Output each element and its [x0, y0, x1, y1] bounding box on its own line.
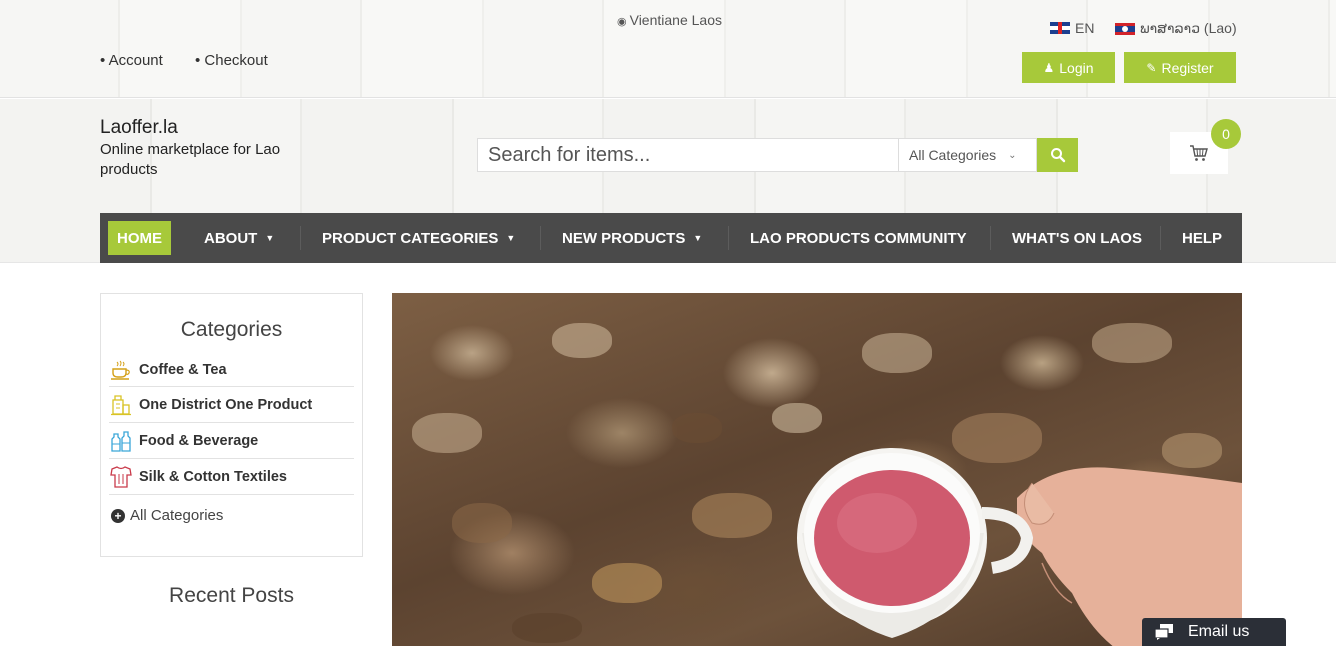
nav-divider — [1160, 226, 1161, 250]
nav-item-whats-on-laos[interactable]: WHAT'S ON LAOS — [1012, 213, 1142, 263]
register-button[interactable]: ✎ Register — [1124, 52, 1236, 83]
language-lao-label: ພາສາລາວ (Lao) — [1140, 20, 1237, 36]
caret-down-icon: ▼ — [506, 233, 516, 243]
nav-divider — [728, 226, 729, 250]
textile-icon — [109, 465, 133, 489]
all-categories-link[interactable]: + All Categories — [111, 507, 362, 524]
location-text: Vientiane Laos — [629, 12, 722, 28]
chat-bubbles-icon — [1154, 624, 1174, 640]
lao-flag-icon — [1115, 22, 1135, 35]
main-nav: HOME ABOUT ▼ PRODUCT CATEGORIES ▼ NEW PROD… — [100, 213, 1242, 263]
coffee-cup-icon — [109, 358, 133, 382]
category-coffee-tea[interactable]: Coffee & Tea — [109, 354, 354, 387]
category-label: Silk & Cotton Textiles — [139, 468, 287, 485]
category-list: Coffee & Tea One District One Product Fo… — [109, 354, 354, 495]
hero-image — [392, 293, 1242, 646]
checkout-link[interactable]: • Checkout — [195, 52, 282, 69]
category-odop[interactable]: One District One Product — [109, 387, 354, 423]
account-link[interactable]: • Account — [100, 52, 177, 69]
search-bar: All Categories ⌄ — [477, 138, 1078, 172]
caret-down-icon: ▼ — [693, 233, 703, 243]
tea-cup-illustration — [797, 448, 1242, 646]
category-label: Food & Beverage — [139, 432, 259, 449]
location-info: ◉ Vientiane Laos — [617, 12, 722, 28]
categories-title: Categories — [180, 318, 283, 341]
nav-divider — [540, 226, 541, 250]
register-label: Register — [1161, 59, 1214, 76]
nav-item-new-products[interactable]: NEW PRODUCTS ▼ — [562, 213, 702, 263]
search-input[interactable] — [477, 138, 898, 172]
cart-icon — [1190, 145, 1208, 161]
recent-posts-title: Recent Posts — [169, 584, 294, 607]
cart-count-badge: 0 — [1211, 119, 1241, 149]
nav-item-help[interactable]: HELP — [1182, 213, 1222, 263]
search-button[interactable] — [1037, 138, 1078, 172]
user-icon: ♟ — [1043, 60, 1055, 75]
email-us-widget[interactable]: Email us — [1142, 618, 1286, 646]
building-icon — [109, 393, 133, 417]
nav-divider — [300, 226, 301, 250]
nav-item-product-categories[interactable]: PRODUCT CATEGORIES ▼ — [322, 213, 515, 263]
nav-item-about[interactable]: ABOUT ▼ — [204, 213, 274, 263]
nav-item-home[interactable]: HOME — [108, 221, 171, 255]
language-en[interactable]: EN — [1050, 20, 1094, 36]
top-bar: ◉ Vientiane Laos • Account • Checkout EN … — [0, 0, 1336, 98]
category-food-beverage[interactable]: Food & Beverage — [109, 423, 354, 459]
bottles-icon — [109, 429, 133, 453]
site-tagline: Online marketplace for Lao products — [100, 141, 281, 178]
chevron-down-icon: ⌄ — [1008, 149, 1017, 161]
pencil-icon: ✎ — [1146, 60, 1157, 75]
category-silk-cotton[interactable]: Silk & Cotton Textiles — [109, 459, 354, 495]
caret-down-icon: ▼ — [265, 233, 275, 243]
brand[interactable]: Laoffer.la Online marketplace for Lao pr… — [100, 117, 330, 180]
category-label: One District One Product — [139, 396, 313, 413]
nav-item-lao-products-community[interactable]: LAO PRODUCTS COMMUNITY — [750, 213, 967, 263]
email-us-label: Email us — [1188, 623, 1250, 640]
login-button[interactable]: ♟ Login — [1022, 52, 1115, 83]
category-label: Coffee & Tea — [139, 362, 227, 378]
categories-widget: Categories Coffee & Tea One District One… — [100, 293, 363, 557]
login-label: Login — [1059, 59, 1094, 76]
category-select-value: All Categories — [909, 147, 997, 163]
search-icon — [1050, 148, 1065, 163]
map-pin-icon: ◉ — [617, 16, 627, 28]
site-name: Laoffer.la — [100, 117, 178, 138]
account-links: • Account • Checkout — [100, 52, 296, 69]
nav-divider — [990, 226, 991, 250]
category-select[interactable]: All Categories ⌄ — [898, 138, 1037, 172]
uk-flag-icon — [1050, 22, 1070, 34]
language-lao[interactable]: ພາສາລາວ (Lao) — [1115, 20, 1237, 37]
language-en-label: EN — [1075, 20, 1095, 36]
all-categories-label: All Categories — [130, 507, 224, 524]
plus-circle-icon: + — [111, 508, 125, 523]
